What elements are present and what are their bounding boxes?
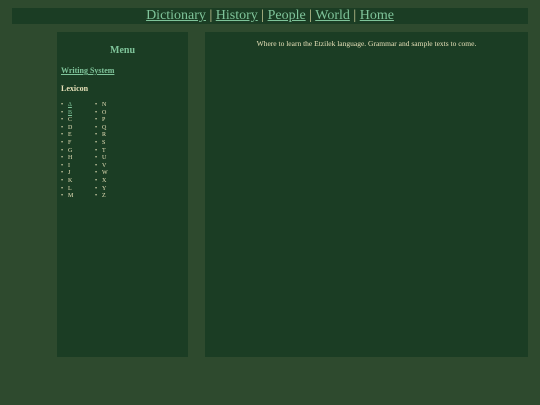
- lexicon-letter-item: • L: [61, 186, 73, 194]
- nav-link-world[interactable]: World: [315, 8, 350, 23]
- nav-link-history[interactable]: History: [216, 8, 258, 23]
- lexicon-letter: I: [68, 162, 70, 169]
- lexicon-letter: V: [102, 162, 107, 169]
- bullet-icon: •: [61, 102, 64, 108]
- main-content: Where to learn the Etzilek language. Gra…: [205, 32, 528, 357]
- lexicon-letter-item: • R: [95, 132, 108, 140]
- lexicon-letter: D: [68, 124, 73, 131]
- lexicon-letter: N: [102, 102, 107, 108]
- bullet-icon: •: [95, 170, 98, 177]
- lexicon-letter-item: • Y: [95, 186, 108, 194]
- bullet-icon: •: [95, 155, 98, 162]
- lexicon-letter: H: [68, 155, 73, 162]
- lexicon-letter: T: [102, 147, 106, 154]
- nav-link-people[interactable]: People: [268, 8, 306, 23]
- lexicon-letter: Y: [102, 185, 107, 192]
- bullet-icon: •: [95, 147, 98, 154]
- lexicon-letter: E: [68, 132, 72, 139]
- bullet-icon: •: [95, 124, 98, 131]
- nav-link-home[interactable]: Home: [360, 8, 394, 23]
- lexicon-letter-item: • Z: [95, 193, 108, 201]
- lexicon-letter: L: [68, 185, 72, 192]
- nav-separator: |: [261, 8, 265, 23]
- lexicon-letter: P: [102, 117, 106, 124]
- bullet-icon: •: [61, 124, 64, 131]
- lexicon-letter-item: • C: [61, 117, 73, 125]
- bullet-icon: •: [95, 177, 98, 184]
- lexicon-letter: Q: [102, 124, 107, 131]
- lexicon-letter: Z: [102, 193, 106, 200]
- bullet-icon: •: [61, 117, 64, 124]
- lexicon-letter: X: [102, 177, 107, 184]
- nav-separator: |: [353, 8, 357, 23]
- bullet-icon: •: [61, 185, 64, 192]
- lexicon-letter-item: • U: [95, 155, 108, 163]
- bullet-icon: •: [95, 193, 98, 200]
- bullet-icon: •: [61, 155, 64, 162]
- lexicon-letter-item: • T: [95, 148, 108, 156]
- bullet-icon: •: [61, 139, 64, 146]
- intro-text: Where to learn the Etzilek language. Gra…: [256, 39, 477, 48]
- bullet-icon: •: [95, 132, 98, 139]
- lexicon-letter: M: [68, 193, 74, 200]
- bullet-icon: •: [61, 193, 64, 200]
- lexicon-letter-item: • Δ: [61, 102, 73, 110]
- lexicon-letter-item: • P: [95, 117, 108, 125]
- lexicon-letter-item: • F: [61, 140, 73, 148]
- lexicon-letter: J: [68, 170, 71, 177]
- lexicon-letter-item: • D: [61, 125, 73, 133]
- bullet-icon: •: [95, 162, 98, 169]
- bullet-icon: •: [61, 132, 64, 139]
- nav-separator: |: [209, 8, 213, 23]
- lexicon-letter-item: • I: [61, 163, 73, 171]
- nav-separator: |: [309, 8, 312, 23]
- lexicon-letter: R: [102, 132, 107, 139]
- top-navigation-bar: Dictionary | History | People | World | …: [12, 8, 528, 24]
- lexicon-letter[interactable]: Δ: [68, 102, 72, 108]
- lexicon-letter-item: • B: [61, 110, 73, 118]
- lexicon-letter-item: • N: [95, 102, 108, 110]
- lexicon-letter-item: • H: [61, 155, 73, 163]
- lexicon-letter: O: [102, 109, 107, 116]
- lexicon-letters-column-2: • N • O • P • Q • R • S • T • U • V • W • X • Y • Z: [95, 102, 108, 201]
- writing-system-link[interactable]: Writing System: [61, 66, 114, 75]
- lexicon-letters-column-1: • Δ • B • C • D • E • F • G • H • I • J • K • L • M: [61, 102, 73, 201]
- lexicon-letter: C: [68, 117, 73, 124]
- lexicon-letter-item: • Q: [95, 125, 108, 133]
- lexicon-letter-item: • M: [61, 193, 73, 201]
- lexicon-letter[interactable]: B: [68, 110, 72, 116]
- lexicon-letter-item: • X: [95, 178, 108, 186]
- lexicon-letter: W: [102, 170, 108, 177]
- bullet-icon: •: [61, 162, 64, 169]
- lexicon-heading: Lexicon: [61, 84, 89, 93]
- lexicon-letter: K: [68, 177, 73, 184]
- bullet-icon: •: [95, 109, 98, 116]
- lexicon-letter-item: • S: [95, 140, 108, 148]
- lexicon-letter-item: • G: [61, 148, 73, 156]
- lexicon-letter: S: [102, 139, 106, 146]
- bullet-icon: •: [61, 177, 64, 184]
- lexicon-letter-item: • J: [61, 170, 73, 178]
- lexicon-letter-item: • O: [95, 110, 108, 118]
- lexicon-letter: U: [102, 155, 107, 162]
- bullet-icon: •: [95, 185, 98, 192]
- lexicon-letter-item: • K: [61, 178, 73, 186]
- lexicon-letter: F: [68, 139, 72, 146]
- lexicon-letter-item: • V: [95, 163, 108, 171]
- bullet-icon: •: [61, 109, 64, 116]
- nav-link-dictionary[interactable]: Dictionary: [146, 8, 206, 23]
- bullet-icon: •: [61, 147, 64, 154]
- sidebar-menu: Menu Writing System Lexicon • Δ • B • C • D • E • F…: [57, 32, 188, 357]
- lexicon-letter-item: • E: [61, 132, 73, 140]
- bullet-icon: •: [95, 117, 98, 124]
- bullet-icon: •: [95, 139, 98, 146]
- menu-title: Menu: [110, 45, 135, 56]
- bullet-icon: •: [95, 102, 98, 108]
- lexicon-letter: G: [68, 147, 73, 154]
- lexicon-letter-item: • W: [95, 170, 108, 178]
- bullet-icon: •: [61, 170, 64, 177]
